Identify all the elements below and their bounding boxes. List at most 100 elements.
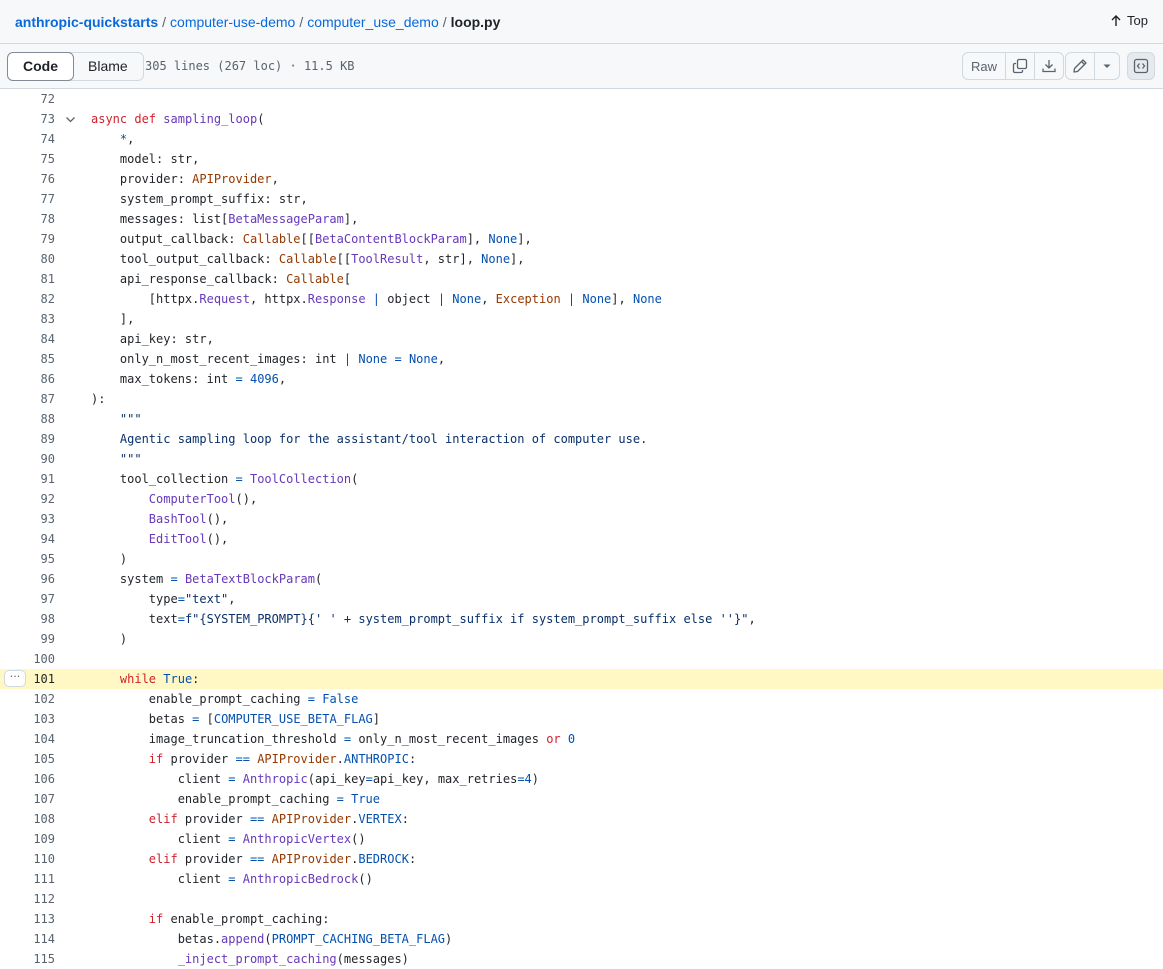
line-number[interactable]: 115 xyxy=(0,949,55,969)
top-button[interactable]: Top xyxy=(1110,12,1148,30)
code-line: 72 xyxy=(0,89,1163,109)
line-number[interactable]: 112 xyxy=(0,889,55,909)
code-line: 83 ], xyxy=(0,309,1163,329)
code-line: 96 system = BetaTextBlockParam( xyxy=(0,569,1163,589)
line-number[interactable]: 96 xyxy=(0,569,55,589)
line-number[interactable]: 81 xyxy=(0,269,55,289)
line-number[interactable]: 98 xyxy=(0,609,55,629)
line-number[interactable]: 103 xyxy=(0,709,55,729)
code-text: tool_output_callback: Callable[[ToolResu… xyxy=(91,252,525,266)
line-number[interactable]: 97 xyxy=(0,589,55,609)
line-number[interactable]: 77 xyxy=(0,189,55,209)
line-number[interactable]: 84 xyxy=(0,329,55,349)
line-number[interactable]: 102 xyxy=(0,689,55,709)
tab-blame[interactable]: Blame xyxy=(73,53,143,80)
breadcrumb-subdir-link[interactable]: computer_use_demo xyxy=(307,14,439,30)
download-button[interactable] xyxy=(1034,53,1063,79)
code-line: 93 BashTool(), xyxy=(0,509,1163,529)
line-number[interactable]: 92 xyxy=(0,489,55,509)
code-line: 88 """ xyxy=(0,409,1163,429)
code-line: 91 tool_collection = ToolCollection( xyxy=(0,469,1163,489)
line-number[interactable]: 101 xyxy=(0,669,55,689)
code-text: model: str, xyxy=(91,152,200,166)
raw-button[interactable]: Raw xyxy=(963,53,1005,79)
line-number[interactable]: 76 xyxy=(0,169,55,189)
code-line: 95 ) xyxy=(0,549,1163,569)
line-number[interactable]: 113 xyxy=(0,909,55,929)
tab-code[interactable]: Code xyxy=(7,52,74,81)
code-square-icon xyxy=(1133,58,1149,74)
code-line: 114 betas.append(PROMPT_CACHING_BETA_FLA… xyxy=(0,929,1163,949)
breadcrumb-dir-link[interactable]: computer-use-demo xyxy=(170,14,295,30)
code-text: ) xyxy=(91,632,128,646)
line-number[interactable]: 114 xyxy=(0,929,55,949)
line-number[interactable]: 73 xyxy=(0,109,55,129)
code-line: 94 EditTool(), xyxy=(0,529,1163,549)
line-number[interactable]: 100 xyxy=(0,649,55,669)
line-number[interactable]: 95 xyxy=(0,549,55,569)
code-text: _inject_prompt_caching(messages) xyxy=(177,952,409,966)
code-view: 72 73 async def sampling_loop(74 *, 75 mode… xyxy=(0,89,1163,969)
code-text: messages: list[BetaMessageParam], xyxy=(91,212,359,226)
code-text: EditTool(), xyxy=(148,532,229,546)
code-line: 105 if provider == APIProvider.ANTHROPIC… xyxy=(0,749,1163,769)
line-number[interactable]: 111 xyxy=(0,869,55,889)
code-text: client = AnthropicBedrock() xyxy=(91,872,373,886)
line-number[interactable]: 90 xyxy=(0,449,55,469)
code-text: text=f"{SYSTEM_PROMPT}{' ' + system_prom… xyxy=(91,612,756,626)
line-number[interactable]: 86 xyxy=(0,369,55,389)
code-line: 98 text=f"{SYSTEM_PROMPT}{' ' + system_p… xyxy=(0,609,1163,629)
line-number[interactable]: 78 xyxy=(0,209,55,229)
code-line: 108 elif provider == APIProvider.VERTEX: xyxy=(0,809,1163,829)
line-number[interactable]: 110 xyxy=(0,849,55,869)
file-toolbar: Code Blame 305 lines (267 loc) · 11.5 KB… xyxy=(0,44,1163,89)
code-line: 112 xyxy=(0,889,1163,909)
code-line: 87): xyxy=(0,389,1163,409)
code-line: 73 async def sampling_loop( xyxy=(0,109,1163,129)
line-number[interactable]: 75 xyxy=(0,149,55,169)
line-number[interactable]: 108 xyxy=(0,809,55,829)
code-text: *, xyxy=(119,132,135,146)
code-text: output_callback: Callable[[BetaContentBl… xyxy=(91,232,532,246)
code-line: 99 ) xyxy=(0,629,1163,649)
chevron-down-icon[interactable] xyxy=(65,114,76,125)
edit-dropdown-button[interactable] xyxy=(1094,53,1119,79)
line-number[interactable]: 87 xyxy=(0,389,55,409)
edit-file-button[interactable] xyxy=(1066,53,1094,79)
code-text: image_truncation_threshold = only_n_most… xyxy=(91,732,576,746)
line-number[interactable]: 88 xyxy=(0,409,55,429)
code-line: 110 elif provider == APIProvider.BEDROCK… xyxy=(0,849,1163,869)
line-number[interactable]: 99 xyxy=(0,629,55,649)
line-number[interactable]: 89 xyxy=(0,429,55,449)
code-text: ): xyxy=(91,392,106,406)
code-line: 113 if enable_prompt_caching: xyxy=(0,909,1163,929)
triangle-down-icon xyxy=(1103,64,1111,68)
line-number[interactable]: 94 xyxy=(0,529,55,549)
code-text: elif provider == APIProvider.VERTEX: xyxy=(148,812,409,826)
line-number[interactable]: 79 xyxy=(0,229,55,249)
code-line: 78 messages: list[BetaMessageParam], xyxy=(0,209,1163,229)
code-text: elif provider == APIProvider.BEDROCK: xyxy=(148,852,417,866)
breadcrumb-separator: / xyxy=(299,14,304,30)
copy-raw-button[interactable] xyxy=(1005,53,1034,79)
line-number[interactable]: 106 xyxy=(0,769,55,789)
breadcrumb-repo-link[interactable]: anthropic-quickstarts xyxy=(15,14,158,30)
line-number[interactable]: 91 xyxy=(0,469,55,489)
copy-icon xyxy=(1012,58,1028,74)
line-number[interactable]: 93 xyxy=(0,509,55,529)
code-line: 75 model: str, xyxy=(0,149,1163,169)
line-number[interactable]: 109 xyxy=(0,829,55,849)
breadcrumb-current-file: loop.py xyxy=(450,14,501,30)
line-number[interactable]: 85 xyxy=(0,349,55,369)
symbols-panel-button[interactable] xyxy=(1127,52,1155,80)
code-text: provider: APIProvider, xyxy=(91,172,279,186)
line-number[interactable]: 83 xyxy=(0,309,55,329)
line-number[interactable]: 104 xyxy=(0,729,55,749)
line-number[interactable]: 107 xyxy=(0,789,55,809)
line-number[interactable]: 82 xyxy=(0,289,55,309)
line-number[interactable]: 74 xyxy=(0,129,55,149)
line-number[interactable]: 105 xyxy=(0,749,55,769)
code-line: 97 type="text", xyxy=(0,589,1163,609)
line-number[interactable]: 72 xyxy=(0,89,55,109)
line-number[interactable]: 80 xyxy=(0,249,55,269)
